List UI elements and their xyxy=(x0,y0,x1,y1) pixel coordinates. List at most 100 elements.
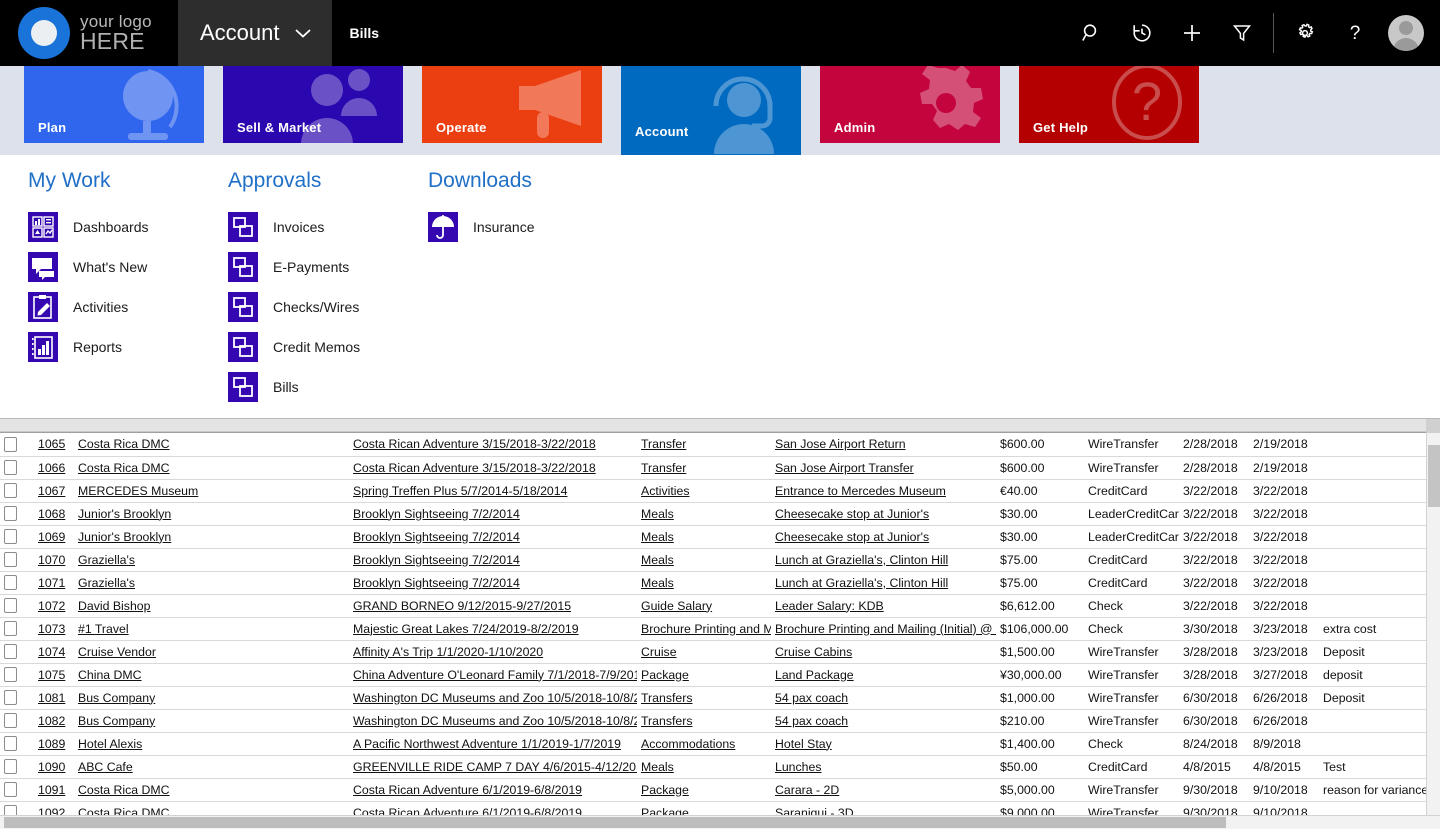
table-row[interactable]: 1075 China DMC China Adventure O'Leonard F… xyxy=(0,663,1426,687)
cell-id[interactable]: 1068 xyxy=(34,502,74,526)
cell-link[interactable]: 1073 xyxy=(38,622,65,636)
cell-category[interactable]: Package xyxy=(637,778,771,802)
cell-link[interactable]: Transfers xyxy=(641,714,692,728)
menu-item-reports[interactable]: Reports xyxy=(28,327,149,367)
menu-item-insurance[interactable]: Insurance xyxy=(428,207,534,247)
cell-link[interactable]: Meals xyxy=(641,530,674,544)
cell-link[interactable]: Package xyxy=(641,783,689,797)
grid-vertical-scrollbar[interactable] xyxy=(1426,433,1440,815)
cell-link[interactable]: Transfer xyxy=(641,437,686,451)
grid-scroll-area[interactable]: 1065 Costa Rica DMC Costa Rican Adventure … xyxy=(0,432,1426,815)
cell-link[interactable]: GRAND BORNEO 9/12/2015-9/27/2015 xyxy=(353,599,571,613)
cell-link[interactable]: Lunch at Graziella's, Clinton Hill xyxy=(775,553,948,567)
cell-link[interactable]: 54 pax coach xyxy=(775,691,848,705)
cell-category[interactable]: Meals xyxy=(637,525,771,549)
cell-category[interactable]: Meals xyxy=(637,571,771,595)
cell-description[interactable]: Carara - 2D xyxy=(771,778,996,802)
tile-plan[interactable]: Plan xyxy=(24,66,204,143)
cell-id[interactable]: 1091 xyxy=(34,778,74,802)
table-row[interactable]: 1092 Costa Rica DMC Costa Rican Adventure … xyxy=(0,801,1426,815)
row-checkbox[interactable] xyxy=(4,805,17,815)
cell-description[interactable]: Saranigui - 3D xyxy=(771,801,996,815)
row-checkbox[interactable] xyxy=(4,621,17,636)
cell-link[interactable]: ABC Cafe xyxy=(78,760,133,774)
cell-link[interactable]: 54 pax coach xyxy=(775,714,848,728)
table-row[interactable]: 1069 Junior's Brooklyn Brooklyn Sightseein… xyxy=(0,525,1426,549)
row-checkbox[interactable] xyxy=(4,575,17,590)
row-checkbox[interactable] xyxy=(4,667,17,682)
table-row[interactable]: 1070 Graziella's Brooklyn Sightseeing 7/2/… xyxy=(0,548,1426,572)
cell-category[interactable]: Cruise xyxy=(637,640,771,664)
history-icon[interactable] xyxy=(1117,0,1167,66)
menu-item-bills[interactable]: Bills xyxy=(228,367,360,407)
cell-trip[interactable]: A Pacific Northwest Adventure 1/1/2019-1… xyxy=(349,732,637,756)
cell-link[interactable]: Bus Company xyxy=(78,691,155,705)
cell-category[interactable]: Transfer xyxy=(637,456,771,480)
cell-link[interactable]: Hotel Alexis xyxy=(78,737,142,751)
cell-category[interactable]: Guide Salary xyxy=(637,594,771,618)
cell-id[interactable]: 1074 xyxy=(34,640,74,664)
cell-link[interactable]: Hotel Stay xyxy=(775,737,832,751)
cell-trip[interactable]: Costa Rican Adventure 6/1/2019-6/8/2019 xyxy=(349,778,637,802)
table-row[interactable]: 1071 Graziella's Brooklyn Sightseeing 7/2/… xyxy=(0,571,1426,595)
cell-link[interactable]: 1082 xyxy=(38,714,65,728)
menu-item-checks-wires[interactable]: Checks/Wires xyxy=(228,287,360,327)
cell-link[interactable]: Graziella's xyxy=(78,576,135,590)
cell-link[interactable]: Costa Rican Adventure 3/15/2018-3/22/201… xyxy=(353,437,596,451)
cell-category[interactable]: Transfers xyxy=(637,709,771,733)
cell-link[interactable]: Washington DC Museums and Zoo 10/5/2018-… xyxy=(353,691,637,705)
cell-link[interactable]: Junior's Brooklyn xyxy=(78,507,171,521)
cell-link[interactable]: GREENVILLE RIDE CAMP 7 DAY 4/6/2015-4/12… xyxy=(353,760,637,774)
cell-id[interactable]: 1070 xyxy=(34,548,74,572)
cell-link[interactable]: 1072 xyxy=(38,599,65,613)
tile-account[interactable]: Account xyxy=(621,66,801,155)
filter-icon[interactable] xyxy=(1217,0,1267,66)
table-row[interactable]: 1074 Cruise Vendor Affinity A's Trip 1/1/2… xyxy=(0,640,1426,664)
table-row[interactable]: 1072 David Bishop GRAND BORNEO 9/12/2015-9… xyxy=(0,594,1426,618)
cell-link[interactable]: Accommodations xyxy=(641,737,735,751)
cell-vendor[interactable]: ABC Cafe xyxy=(74,755,349,779)
cell-trip[interactable]: GREENVILLE RIDE CAMP 7 DAY 4/6/2015-4/12… xyxy=(349,755,637,779)
row-checkbox[interactable] xyxy=(4,713,17,728)
cell-vendor[interactable]: Junior's Brooklyn xyxy=(74,525,349,549)
cell-id[interactable]: 1081 xyxy=(34,686,74,710)
cell-category[interactable]: Brochure Printing and Mailing xyxy=(637,617,771,641)
cell-vendor[interactable]: Costa Rica DMC xyxy=(74,801,349,815)
cell-link[interactable]: Brooklyn Sightseeing 7/2/2014 xyxy=(353,507,520,521)
cell-trip[interactable]: Washington DC Museums and Zoo 10/5/2018-… xyxy=(349,709,637,733)
cell-link[interactable]: 1090 xyxy=(38,760,65,774)
tile-sell-market[interactable]: Sell & Market xyxy=(223,66,403,143)
table-row[interactable]: 1081 Bus Company Washington DC Museums and… xyxy=(0,686,1426,710)
cell-link[interactable]: Package xyxy=(641,806,689,816)
cell-vendor[interactable]: Cruise Vendor xyxy=(74,640,349,664)
menu-item-invoices[interactable]: Invoices xyxy=(228,207,360,247)
cell-description[interactable]: Cheesecake stop at Junior's xyxy=(771,502,996,526)
table-row[interactable]: 1082 Bus Company Washington DC Museums and… xyxy=(0,709,1426,733)
menu-item-whats-new[interactable]: What's New xyxy=(28,247,149,287)
cell-category[interactable]: Meals xyxy=(637,502,771,526)
tile-get-help[interactable]: ? Get Help xyxy=(1019,66,1199,143)
cell-vendor[interactable]: Graziella's xyxy=(74,548,349,572)
cell-trip[interactable]: Brooklyn Sightseeing 7/2/2014 xyxy=(349,525,637,549)
cell-link[interactable]: Costa Rica DMC xyxy=(78,437,170,451)
cell-link[interactable]: Washington DC Museums and Zoo 10/5/2018-… xyxy=(353,714,637,728)
grid-vertical-scroll-thumb[interactable] xyxy=(1428,445,1440,507)
cell-vendor[interactable]: #1 Travel xyxy=(74,617,349,641)
cell-trip[interactable]: Majestic Great Lakes 7/24/2019-8/2/2019 xyxy=(349,617,637,641)
gear-icon[interactable] xyxy=(1280,0,1330,66)
cell-trip[interactable]: Brooklyn Sightseeing 7/2/2014 xyxy=(349,548,637,572)
cell-link[interactable]: 1091 xyxy=(38,783,65,797)
cell-description[interactable]: Brochure Printing and Mailing (Initial) … xyxy=(771,617,996,641)
cell-trip[interactable]: GRAND BORNEO 9/12/2015-9/27/2015 xyxy=(349,594,637,618)
app-logo[interactable]: your logo HERE xyxy=(0,0,178,66)
cell-link[interactable]: Lunches xyxy=(775,760,822,774)
cell-link[interactable]: Brooklyn Sightseeing 7/2/2014 xyxy=(353,530,520,544)
cell-link[interactable]: Activities xyxy=(641,484,690,498)
cell-link[interactable]: Meals xyxy=(641,760,674,774)
cell-link[interactable]: Entrance to Mercedes Museum xyxy=(775,484,946,498)
table-row[interactable]: 1089 Hotel Alexis A Pacific Northwest Adve… xyxy=(0,732,1426,756)
cell-id[interactable]: 1066 xyxy=(34,456,74,480)
row-checkbox[interactable] xyxy=(4,598,17,613)
cell-description[interactable]: Cheesecake stop at Junior's xyxy=(771,525,996,549)
cell-link[interactable]: Costa Rican Adventure 6/1/2019-6/8/2019 xyxy=(353,783,582,797)
